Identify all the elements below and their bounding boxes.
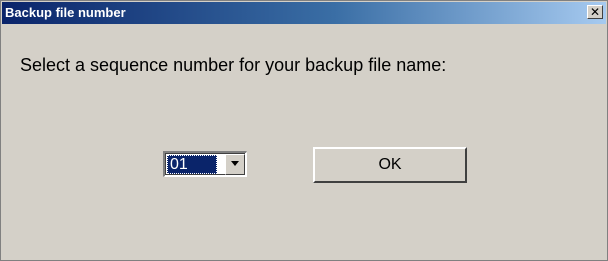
dropdown-button[interactable] (225, 154, 245, 175)
close-icon: ✕ (589, 5, 601, 19)
sequence-number-value: 01 (167, 155, 217, 174)
window-title: Backup file number (5, 5, 126, 20)
chevron-down-icon (231, 161, 239, 166)
dialog-window: Backup file number ✕ Select a sequence n… (0, 0, 608, 261)
ok-button[interactable]: OK (313, 147, 467, 183)
sequence-number-select[interactable]: 01 (163, 151, 247, 177)
prompt-label: Select a sequence number for your backup… (20, 55, 447, 75)
close-button[interactable]: ✕ (587, 5, 603, 19)
title-bar[interactable]: Backup file number ✕ (2, 2, 606, 24)
